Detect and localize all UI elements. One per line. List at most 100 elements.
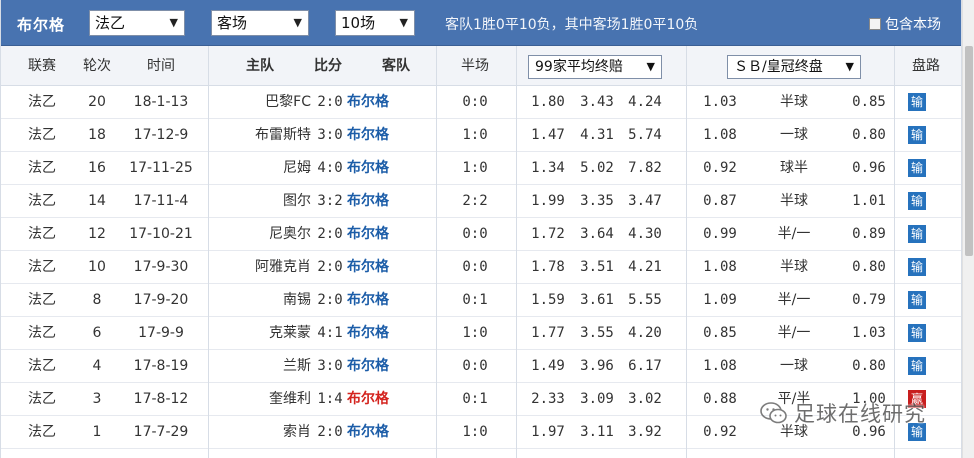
cell-home-team[interactable]: 尼姆 — [211, 152, 311, 184]
cell-league: 法乙 — [28, 424, 56, 440]
include-this-match-checkbox[interactable]: 包含本场 — [869, 14, 941, 34]
league-select[interactable]: 法乙 ▼ — [89, 10, 185, 36]
league-select-value: 法乙 — [95, 14, 126, 32]
cell-odds-home: 1.72 — [531, 226, 565, 242]
cell-round: 1 — [92, 424, 102, 440]
cell-odds-home: 1.59 — [531, 292, 565, 308]
cell-league: 法乙 — [28, 193, 56, 209]
scrollbar-thumb[interactable] — [965, 46, 973, 256]
match-count-select[interactable]: 10场 ▼ — [335, 10, 415, 36]
cell-handicap-away-water: 0.79 — [852, 292, 886, 308]
cell-handicap-home-water: 1.08 — [703, 259, 737, 275]
cell-home-team[interactable]: 索肖 — [211, 416, 311, 448]
checkbox-box[interactable] — [869, 18, 881, 30]
cell-away-team[interactable]: 布尔格 — [347, 284, 407, 316]
cell-odds-away: 5.55 — [628, 292, 662, 308]
venue-select[interactable]: 客场 ▼ — [211, 10, 309, 36]
cell-time: 17-10-21 — [129, 226, 193, 242]
cell-away-team[interactable]: 布尔格 — [347, 218, 407, 250]
col-away: 客队 — [382, 58, 410, 74]
cell-odds-draw: 3.61 — [580, 292, 614, 308]
cell-league: 法乙 — [28, 226, 56, 242]
handicap-company-select[interactable]: ＳＢ/皇冠终盘 ▼ — [727, 55, 861, 79]
handicap-lose-badge: 输 — [908, 324, 926, 342]
cell-handicap-away-water: 0.89 — [852, 226, 886, 242]
table-row: 法乙 14 17-11-4 图尔 3:2 布尔格 2:2 1.99 3.35 3.47 0.87 半球… — [1, 185, 961, 218]
cell-handicap-line: 一球 — [780, 358, 808, 374]
cell-score: 2:0 — [317, 226, 343, 242]
cell-odds-away: 3.47 — [628, 193, 662, 209]
cell-away-team[interactable]: 布尔格 — [347, 251, 407, 283]
cell-away-team[interactable]: 布尔格 — [347, 86, 407, 118]
column-divider — [516, 46, 517, 458]
cell-round: 18 — [88, 127, 106, 143]
cell-time: 17-7-29 — [133, 424, 189, 440]
cell-home-team[interactable]: 布雷斯特 — [211, 119, 311, 151]
column-divider — [894, 46, 895, 458]
cell-odds-home: 1.78 — [531, 259, 565, 275]
cell-league: 法乙 — [28, 259, 56, 275]
handicap-lose-badge: 输 — [908, 93, 926, 111]
cell-home-team[interactable]: 阿雅克肖 — [211, 251, 311, 283]
vertical-scrollbar[interactable] — [962, 0, 974, 458]
cell-handicap-home-water: 1.08 — [703, 127, 737, 143]
cell-league: 法乙 — [28, 127, 56, 143]
column-divider — [436, 46, 437, 458]
cell-round: 20 — [88, 94, 106, 110]
col-league: 联赛 — [28, 58, 56, 74]
cell-time: 17-11-25 — [129, 160, 193, 176]
cell-home-team[interactable]: 克莱蒙 — [211, 317, 311, 349]
col-handicap-result: 盘路 — [912, 58, 940, 74]
cell-away-team[interactable]: 布尔格 — [347, 350, 407, 382]
table-row: 法乙 10 17-9-30 阿雅克肖 2:0 布尔格 0:0 1.78 3.51 4.21 1.08… — [1, 251, 961, 284]
cell-away-team[interactable]: 布尔格 — [347, 185, 407, 217]
table-header: 联赛 轮次 时间 主队 比分 客队 半场 99家平均终赔 ▼ ＳＢ/皇冠终盘 ▼… — [1, 46, 961, 86]
cell-home-team[interactable]: 奎维利 — [211, 383, 311, 415]
cell-away-team[interactable]: 布尔格 — [347, 152, 407, 184]
cell-handicap-line: 半/一 — [777, 292, 811, 308]
cell-odds-draw: 5.02 — [580, 160, 614, 176]
table-row: 法乙 12 17-10-21 尼奥尔 2:0 布尔格 0:0 1.72 3.64 4.30 0.99… — [1, 218, 961, 251]
cell-home-team[interactable]: 图尔 — [211, 185, 311, 217]
cell-halftime: 1:0 — [462, 127, 488, 143]
table-row: 法乙 8 17-9-20 南锡 2:0 布尔格 0:1 1.59 3.61 5.55 1.09 半/一… — [1, 284, 961, 317]
handicap-lose-badge: 输 — [908, 192, 926, 210]
cell-handicap-home-water: 0.92 — [703, 160, 737, 176]
cell-handicap-home-water: 1.09 — [703, 292, 737, 308]
cell-handicap-away-water: 0.80 — [852, 259, 886, 275]
cell-home-team[interactable]: 尼奥尔 — [211, 218, 311, 250]
cell-home-team[interactable]: 南锡 — [211, 284, 311, 316]
cell-handicap-home-water: 0.88 — [703, 391, 737, 407]
cell-halftime: 0:1 — [462, 292, 488, 308]
odds-company-select[interactable]: 99家平均终赔 ▼ — [528, 55, 662, 79]
col-round: 轮次 — [83, 58, 111, 74]
cell-halftime: 0:0 — [462, 259, 488, 275]
cell-odds-draw: 3.11 — [580, 424, 614, 440]
cell-away-team[interactable]: 布尔格 — [347, 383, 407, 415]
cell-odds-home: 2.33 — [531, 391, 565, 407]
cell-away-team[interactable]: 布尔格 — [347, 317, 407, 349]
table-row: 法乙 16 17-11-25 尼姆 4:0 布尔格 1:0 1.34 5.02 7.82 0.92 球… — [1, 152, 961, 185]
cell-odds-draw: 3.35 — [580, 193, 614, 209]
col-halftime: 半场 — [461, 58, 489, 74]
cell-odds-away: 3.02 — [628, 391, 662, 407]
cell-handicap-line: 半球 — [780, 94, 808, 110]
cell-round: 10 — [88, 259, 106, 275]
chevron-down-icon: ▼ — [169, 16, 178, 29]
cell-league: 法乙 — [28, 160, 56, 176]
cell-score: 1:4 — [317, 391, 343, 407]
cell-home-team[interactable]: 兰斯 — [211, 350, 311, 382]
cell-league: 法乙 — [28, 325, 56, 341]
cell-time: 17-9-30 — [133, 259, 189, 275]
cell-home-team[interactable]: 巴黎FC — [211, 86, 311, 118]
handicap-lose-badge: 输 — [908, 258, 926, 276]
cell-away-team[interactable]: 布尔格 — [347, 416, 407, 448]
cell-away-team[interactable]: 布尔格 — [347, 119, 407, 151]
cell-halftime: 1:0 — [462, 325, 488, 341]
cell-score: 2:0 — [317, 424, 343, 440]
column-divider — [208, 46, 209, 458]
cell-halftime: 0:0 — [462, 226, 488, 242]
chevron-down-icon: ▼ — [293, 16, 302, 29]
cell-odds-draw: 4.31 — [580, 127, 614, 143]
cell-odds-away: 4.20 — [628, 325, 662, 341]
